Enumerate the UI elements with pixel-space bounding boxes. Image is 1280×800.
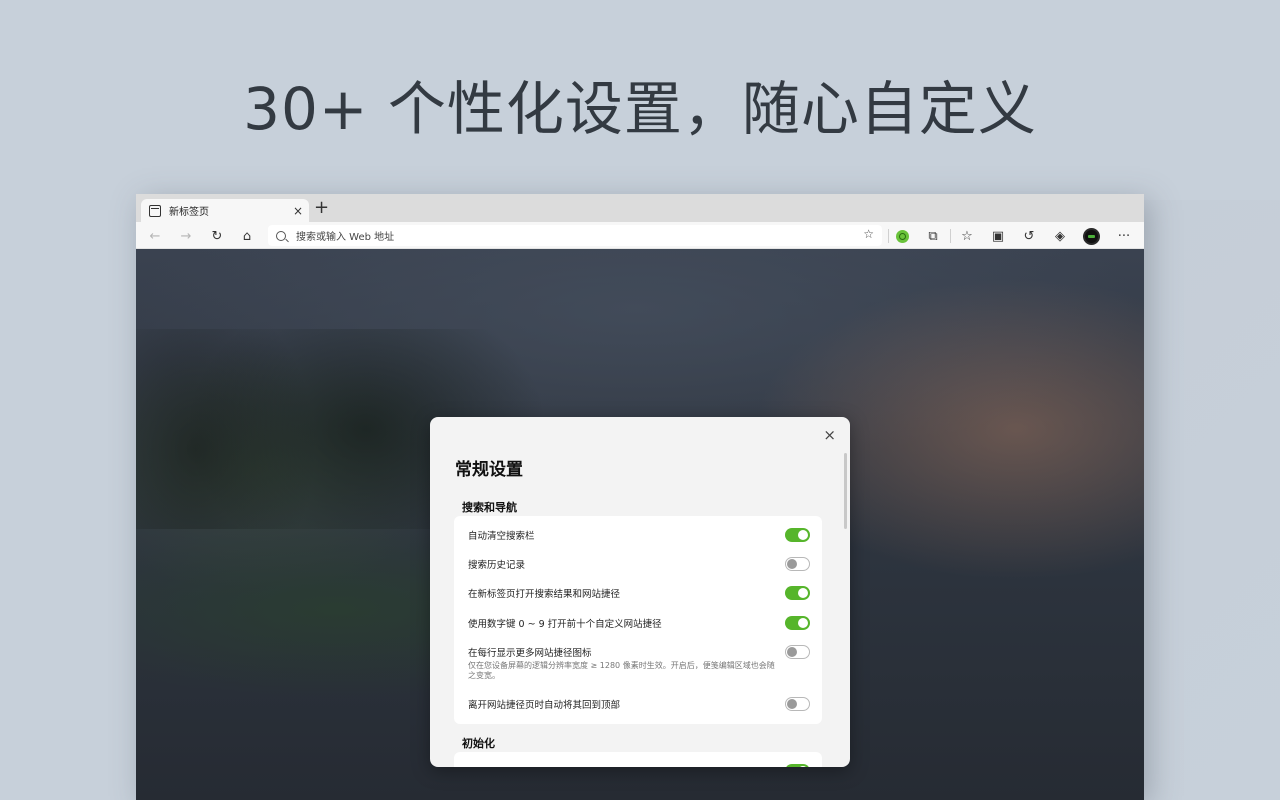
favorites-icon[interactable]: ☆: [958, 227, 976, 245]
home-icon[interactable]: ⌂: [238, 227, 256, 245]
toolbar-divider: [888, 229, 889, 243]
toggle-auto-clear-search[interactable]: [785, 528, 810, 542]
reload-icon[interactable]: ↻: [208, 227, 226, 245]
extensions-icon[interactable]: ⧉: [924, 227, 942, 245]
add-favorite-icon[interactable]: ☆: [863, 227, 874, 241]
tab-close-icon[interactable]: ×: [293, 204, 303, 218]
tab-title: 新标签页: [169, 207, 209, 218]
section-label-init: 初始化: [462, 737, 495, 750]
collections-icon[interactable]: ▣: [989, 227, 1007, 245]
setting-row: 在每行显示更多网站捷径图标 仅在您设备屏幕的逻辑分辨率宽度 ≥ 1280 像素时…: [468, 645, 810, 681]
tab-strip: 新标签页 × +: [136, 194, 1144, 222]
dialog-scrollbar[interactable]: [844, 453, 847, 529]
toolbar-divider: [950, 229, 951, 243]
setting-label: 自动清空搜索栏: [468, 531, 535, 542]
toggle-number-keys[interactable]: [785, 616, 810, 630]
toggle-more-icons-per-row[interactable]: [785, 645, 810, 659]
newtab-favicon-icon: [149, 204, 161, 217]
new-tab-button[interactable]: +: [314, 198, 329, 218]
tab-new-tab[interactable]: 新标签页 ×: [141, 199, 309, 222]
toggle-scroll-to-top[interactable]: [785, 697, 810, 711]
toolbar: ← → ↻ ⌂ 搜索或输入 Web 地址 ☆ ⧉ ☆ ▣ ↺ ◈ ···: [136, 222, 1144, 249]
settings-dialog: × 常规设置 搜索和导航 自动清空搜索栏 搜索历史记录 在新标签页打开搜索结果和…: [430, 417, 850, 767]
setting-row: 自动清空搜索栏: [468, 528, 810, 542]
headline: 30+ 个性化设置，随心自定义: [243, 75, 1037, 143]
setting-label: 离开网站捷径页时自动将其回到顶部: [468, 700, 621, 711]
setting-label: 搜索历史记录: [468, 560, 526, 571]
section-label-search: 搜索和导航: [462, 501, 517, 514]
performance-icon[interactable]: ◈: [1051, 227, 1069, 245]
profile-button[interactable]: [1082, 227, 1100, 245]
setting-row: 搜索历史记录: [468, 557, 810, 571]
forward-icon[interactable]: →: [177, 227, 195, 245]
settings-card-init: [454, 752, 822, 767]
history-icon[interactable]: ↺: [1020, 227, 1038, 245]
extension-icon: [895, 229, 909, 243]
address-input[interactable]: 搜索或输入 Web 地址: [296, 228, 394, 243]
setting-row: 离开网站捷径页时自动将其回到顶部: [468, 697, 810, 711]
settings-card-search: 自动清空搜索栏 搜索历史记录 在新标签页打开搜索结果和网站捷径 使用数字键 0 …: [454, 516, 822, 724]
toggle-init-setting[interactable]: [785, 764, 810, 767]
setting-label: 在每行显示更多网站捷径图标: [468, 648, 592, 659]
avatar: [1082, 227, 1100, 245]
setting-label: 使用数字键 0 ~ 9 打开前十个自定义网站捷径: [468, 619, 662, 630]
setting-row: 在新标签页打开搜索结果和网站捷径: [468, 586, 810, 600]
back-icon[interactable]: ←: [146, 227, 164, 245]
dialog-title: 常规设置: [455, 460, 523, 480]
close-icon[interactable]: ×: [823, 426, 836, 444]
setting-row: 使用数字键 0 ~ 9 打开前十个自定义网站捷径: [468, 616, 810, 630]
extension-newtab-button[interactable]: [893, 227, 911, 245]
newtab-background: × 常规设置 搜索和导航 自动清空搜索栏 搜索历史记录 在新标签页打开搜索结果和…: [136, 249, 1144, 800]
setting-description: 仅在您设备屏幕的逻辑分辨率宽度 ≥ 1280 像素时生效。开启后，便笺编辑区域也…: [468, 661, 775, 680]
search-icon: [276, 230, 286, 241]
browser-window: 新标签页 × + ← → ↻ ⌂ 搜索或输入 Web 地址 ☆ ⧉ ☆ ▣ ↺ …: [136, 194, 1144, 800]
setting-label: 在新标签页打开搜索结果和网站捷径: [468, 589, 621, 600]
more-icon[interactable]: ···: [1115, 227, 1133, 245]
toggle-search-history[interactable]: [785, 557, 810, 571]
address-bar[interactable]: 搜索或输入 Web 地址 ☆: [268, 225, 882, 246]
toggle-open-in-new-tab[interactable]: [785, 586, 810, 600]
